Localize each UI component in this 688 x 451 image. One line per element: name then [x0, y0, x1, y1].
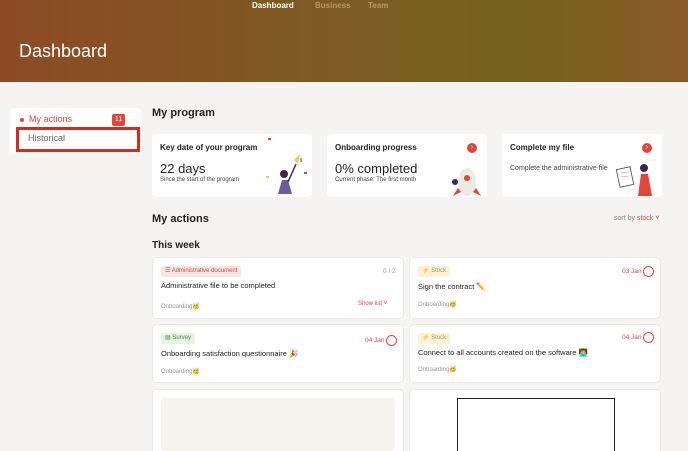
card-value: 22 days [160, 161, 206, 176]
skeleton-block [161, 398, 395, 451]
sidebar: My actions 11 Historical [10, 108, 141, 154]
checkbox-circle-icon[interactable] [386, 335, 397, 346]
task-date: 04 Jan [622, 334, 642, 341]
task-tag: ⚡ Stock [418, 266, 451, 277]
task-tag: ▤ Survey [161, 333, 196, 344]
card-value: 0% completed [335, 161, 418, 176]
task-footer: Onboarding🥳 [161, 304, 200, 310]
top-nav: Dashboard Business Team [0, 0, 688, 14]
task-footer: Onboarding🥳 [418, 302, 457, 308]
program-card-onboarding[interactable]: Onboarding progress › 0% completed Curre… [327, 134, 487, 197]
active-dot-icon [20, 117, 24, 122]
task-title: Connect to all accounts created on the s… [418, 348, 588, 357]
task-tag: ☰ Administrative document [161, 266, 242, 277]
sort-value: stock [636, 215, 654, 222]
sidebar-item-label: My actions [29, 114, 73, 124]
card-title: Complete my file [510, 143, 575, 152]
celebration-illustration-icon [266, 138, 307, 194]
chevron-right-icon[interactable]: › [642, 143, 652, 153]
card-title: Key date of your program [160, 143, 258, 152]
card-subtitle: Since the start of the program [160, 177, 240, 183]
task-card[interactable]: ☰ Administrative document 0 / 2 Administ… [152, 257, 404, 319]
nav-business[interactable]: Business [315, 1, 351, 10]
task-card[interactable]: ⚡ Stock 03 Jan Sign the contract ✏️ Onbo… [409, 257, 661, 319]
chevron-down-icon: ˅ [382, 301, 388, 307]
task-date: 03 Jan [622, 268, 642, 275]
sidebar-item-my-actions[interactable]: My actions [20, 114, 72, 124]
task-card[interactable]: ⚡ Stock 04 Jan Connect to all accounts c… [409, 324, 661, 383]
task-title: Administrative file to be completed [161, 281, 276, 290]
task-footer: Onboarding🥳 [161, 369, 200, 375]
show-list-button[interactable]: Show list ˅ [358, 301, 387, 307]
sidebar-item-historical[interactable]: Historical [16, 127, 140, 152]
sidebar-item-label: Historical [28, 133, 66, 143]
task-title: Onboarding satisfaction questionnaire 🎉 [161, 349, 299, 358]
nav-dashboard[interactable]: Dashboard [252, 1, 294, 10]
chevron-right-icon[interactable]: › [467, 143, 477, 153]
task-footer: Onboarding🥳 [418, 367, 457, 373]
this-week-heading: This week [152, 240, 200, 251]
header-banner: Dashboard Business Team Dashboard [0, 0, 688, 82]
sort-by-control[interactable]: sort by stock ˅ [614, 215, 659, 222]
chevron-down-icon: ˅ [653, 215, 660, 222]
nav-team[interactable]: Team [368, 1, 388, 10]
task-tag: ⚡ Stock [418, 333, 451, 344]
task-date: 04 Jan [365, 337, 385, 344]
sort-label: sort by [614, 215, 636, 222]
rocket-illustration-icon [452, 168, 481, 196]
section-title-actions: My actions [152, 213, 209, 225]
card-subtitle: Current phase: The first month [335, 177, 417, 183]
checkbox-circle-icon[interactable] [643, 266, 654, 277]
page-title: Dashboard [19, 41, 108, 61]
section-title-program: My program [152, 107, 215, 119]
task-progress-count: 0 / 2 [383, 268, 396, 275]
task-title: Sign the contract ✏️ [418, 282, 486, 291]
task-card[interactable]: ▤ Survey 04 Jan Onboarding satisfaction … [152, 324, 404, 383]
actions-count-badge: 11 [112, 114, 125, 126]
card-title: Onboarding progress [335, 143, 417, 152]
program-card-complete-file[interactable]: Complete my file › Complete the administ… [502, 134, 662, 197]
loading-card-placeholder [409, 389, 661, 451]
loading-card-placeholder [152, 389, 404, 451]
card-subtitle: Complete the administrative file [510, 165, 608, 172]
image-frame [457, 398, 615, 451]
document-illustration-icon [615, 164, 652, 196]
checkbox-circle-icon[interactable] [643, 332, 654, 343]
program-card-key-date[interactable]: Key date of your program 22 days Since t… [152, 134, 312, 197]
